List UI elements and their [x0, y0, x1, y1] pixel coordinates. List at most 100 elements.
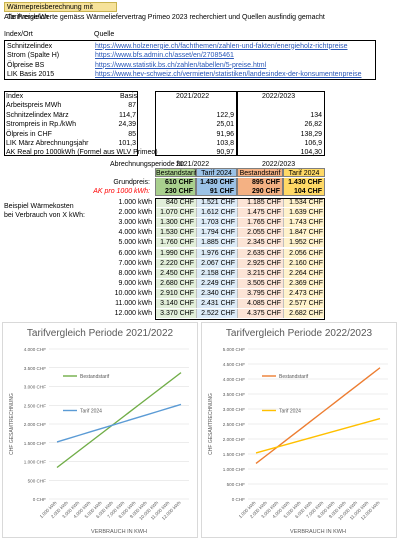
series-line-bestandstarif: [255, 367, 381, 465]
y-tick-label: 0 CHF: [33, 497, 46, 502]
kwh-label: 7.000 kWh: [118, 259, 152, 267]
sources-header-source: Quelle: [94, 31, 115, 38]
kwh-label: 1.000 kWh: [118, 199, 152, 206]
kwh-label: 4.000 kWh: [118, 229, 152, 237]
grundpreis-label: Grundpreis:: [113, 179, 150, 186]
y-tick-label: 3.000 CHF: [24, 385, 46, 390]
sheet-subtitle: Alle Preise/Werte gemäss Wärmeliefervert…: [4, 14, 325, 21]
ak-value: 230 CHF: [155, 187, 196, 196]
sheet-title: Wärmepreisberechnung mit Tarifvergleich: [4, 2, 117, 21]
y-tick-label: 1.500 CHF: [24, 441, 46, 446]
index-cell-label: Ölpreis in CHF: [6, 130, 52, 138]
index-cell-p2: 134: [310, 111, 322, 119]
index-cell-p2: [240, 101, 322, 110]
y-tick-label: 3.000 CHF: [223, 407, 245, 412]
y-tick-label: 2.000 CHF: [223, 437, 245, 442]
source-link[interactable]: https://www.bfs.admin.ch/asset/en/270854…: [95, 51, 234, 61]
y-tick-label: 4.500 CHF: [223, 362, 245, 367]
grundpreis-value: 1.430 CHF: [196, 178, 237, 187]
index-cell-label: Arbeitspreis MWh: [6, 102, 62, 109]
kwh-label: 2.000 kWh: [118, 209, 152, 217]
legend-label: Tarif 2024: [80, 409, 102, 415]
tariff-col-header: Tarif 2024: [196, 168, 237, 177]
series-line-bestandstarif: [56, 372, 182, 469]
y-tick-label: 4.000 CHF: [24, 347, 46, 352]
kwh-label: 11.000 kWh: [115, 300, 152, 307]
index-header: Index: [6, 93, 24, 100]
example-label: bei Verbrauch von X kWh:: [4, 212, 85, 219]
index-cell-label: Strompreis in Rp./kWh: [6, 121, 77, 128]
index-cell-label: Schnitzelindex März: [6, 111, 69, 119]
index-cell-p1: 90,97: [216, 149, 234, 156]
ak-value: 104 CHF: [283, 187, 325, 196]
index-cell-p2: 106,9: [304, 140, 322, 147]
line-chart-2021-2022: 0 CHF 500 CHF 1.000 CHF 1.500 CHF 2.000 CHF 2…: [9, 347, 189, 535]
index-cell-basis: [100, 148, 136, 157]
tariff-data-box: [155, 198, 325, 321]
index-cell-basis: 85: [128, 130, 136, 138]
example-label: Beispiel Wärmekosten: [4, 203, 74, 210]
legend-label: Bestandstarif: [279, 374, 309, 380]
index-cell-p1: [158, 101, 234, 110]
kwh-label: 10.000 kWh: [114, 289, 152, 297]
source-key: Strom (Spalte H): [7, 52, 60, 59]
source-row: LIK Basis 2015 https://www.hev-schweiz.c…: [5, 70, 375, 80]
kwh-label: 8.000 kWh: [118, 269, 152, 277]
grundpreis-value: 1.430 CHF: [283, 178, 325, 187]
source-row: Strom (Spalte H) https://www.bfs.admin.c…: [5, 51, 375, 61]
y-tick-label: 3.500 CHF: [223, 392, 245, 397]
y-tick-label: 3.500 CHF: [24, 366, 46, 371]
kwh-label: 9.000 kWh: [118, 279, 152, 287]
ak-value: 290 CHF: [237, 187, 283, 196]
index-cell-p1: 122,9: [216, 111, 234, 119]
kwh-label: 6.000 kWh: [118, 249, 152, 257]
legend-label: Bestandstarif: [80, 374, 110, 380]
tariff-col-header: Bestandstarif: [237, 168, 283, 177]
source-link[interactable]: https://www.statistik.bs.ch/zahlen/tabel…: [95, 61, 266, 71]
y-tick-label: 2.500 CHF: [223, 422, 245, 427]
y-tick-label: 500 CHF: [28, 478, 47, 483]
y-tick-label: 0 CHF: [232, 497, 245, 502]
kwh-label: 5.000 kWh: [118, 239, 152, 247]
index-cell-basis: 24,39: [118, 121, 136, 128]
source-link[interactable]: https://www.hev-schweiz.ch/vermieten/sta…: [95, 70, 362, 80]
sources-header-index: Index/Ort: [4, 31, 33, 38]
source-key: Ölpreise BS: [7, 61, 45, 69]
period1-header: 2021/2022: [176, 93, 210, 100]
grundpreis-value: 895 CHF: [237, 178, 283, 187]
grundpreis-value: 610 CHF: [155, 178, 196, 187]
index-cell-p1: 91,96: [216, 130, 234, 138]
y-tick-label: 5.000 CHF: [223, 347, 245, 352]
y-tick-label: 500 CHF: [227, 482, 246, 487]
kwh-label: 12.000 kWh: [114, 310, 152, 318]
source-link[interactable]: https://www.holzenergie.ch/fachthemen/za…: [95, 42, 348, 52]
y-tick-label: 1.500 CHF: [223, 452, 245, 457]
ak-value: 91 CHF: [196, 187, 237, 196]
tariff-col-header: Tarif 2024: [283, 168, 325, 177]
y-axis-title: CHF GESAMTRECHNUNG: [9, 393, 15, 455]
index-cell-basis: 114,7: [119, 111, 136, 119]
y-tick-label: 2.500 CHF: [24, 403, 46, 408]
source-row: Ölpreise BS https://www.statistik.bs.ch/…: [5, 61, 375, 71]
kwh-label: 3.000 kWh: [118, 219, 152, 227]
index-cell-p1: 103,8: [216, 140, 234, 147]
sources-table: Schnitzelindex https://www.holzenergie.c…: [4, 40, 376, 80]
period2-header: 2022/2023: [262, 93, 296, 100]
source-key: LIK Basis 2015: [7, 71, 55, 78]
basis-header: Basis: [120, 93, 138, 100]
chart-period-2022-2023: Tarifvergleich Periode 2022/2023 0 CHF 50…: [201, 322, 397, 538]
chart-period-2021-2022: Tarifvergleich Periode 2021/2022 0 CHF 50…: [2, 322, 198, 538]
y-axis-title: CHF GESAMTRECHNUNG: [208, 393, 214, 455]
index-cell-p1: 25,01: [216, 121, 234, 128]
legend-label: Tarif 2024: [279, 409, 301, 415]
y-tick-label: 2.000 CHF: [24, 422, 46, 427]
source-row: Schnitzelindex https://www.holzenergie.c…: [5, 42, 375, 52]
index-cell-p2: 104,30: [300, 149, 322, 156]
y-tick-label: 4.000 CHF: [223, 377, 245, 382]
index-cell-p2: 138,29: [300, 130, 322, 138]
y-tick-label: 1.000 CHF: [223, 467, 245, 472]
ak-label: AK pro 1000 kWh:: [93, 188, 150, 195]
tariff-col-header: Bestandstarif: [155, 168, 197, 177]
index-cell-basis: 101,3: [118, 140, 136, 147]
line-chart-2022-2023: 0 CHF 500 CHF 1.000 CHF 1.500 CHF 2.000 CHF 2…: [208, 347, 388, 535]
